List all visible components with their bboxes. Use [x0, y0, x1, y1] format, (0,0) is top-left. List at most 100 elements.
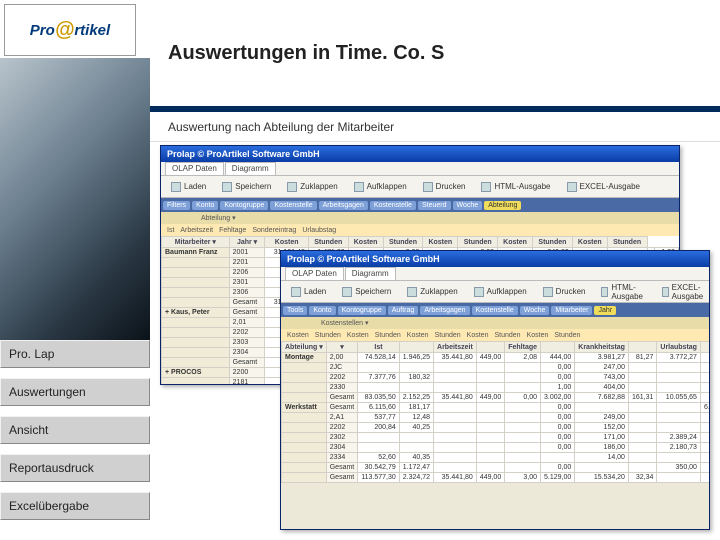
- toolbar-drucken[interactable]: Drucken: [539, 285, 590, 299]
- pivot-chip[interactable]: Auftrag: [388, 306, 419, 315]
- column-header[interactable]: [399, 342, 433, 353]
- toolbar-excel[interactable]: EXCEL-Ausgabe: [563, 180, 644, 194]
- open-icon: [291, 287, 301, 297]
- group-dimension[interactable]: Kostenstellen ▾: [321, 319, 369, 327]
- tab-diagramm[interactable]: Diagramm: [345, 267, 396, 280]
- column-header[interactable]: Kosten: [348, 237, 383, 248]
- table-row[interactable]: 23020,00171,002.389,24207,35: [282, 433, 710, 443]
- pivot-chip[interactable]: Arbeitsgagen: [420, 306, 469, 315]
- pivot-chip[interactable]: Kostenstelle: [370, 201, 416, 210]
- toolbar-zuklappen[interactable]: Zuklappen: [283, 180, 341, 194]
- pivot-chip[interactable]: Filters: [163, 201, 190, 210]
- row-label: + PROCOS: [162, 368, 230, 378]
- cell: 0,00: [541, 443, 575, 453]
- row-year: 2304: [229, 348, 265, 358]
- cell: [476, 443, 504, 453]
- column-header[interactable]: Ist: [358, 342, 400, 353]
- column-header[interactable]: [476, 342, 504, 353]
- table-row[interactable]: 2JC0,00247,00: [282, 363, 710, 373]
- column-header[interactable]: Mitarbeiter ▾: [162, 237, 230, 248]
- toolbar-zuklappen[interactable]: Zuklappen: [403, 285, 461, 299]
- data-table: Abteilung ▾▾Ist Arbeitszeit Fehltage Krankh…: [281, 341, 709, 483]
- table-row[interactable]: Montage2,0074.528,141.946,2535.441,80449…: [282, 353, 710, 363]
- toolbar-drucken[interactable]: Drucken: [419, 180, 470, 194]
- column-header[interactable]: Stunden: [458, 237, 498, 248]
- cell: [628, 433, 656, 443]
- column-header[interactable]: Kosten: [265, 237, 308, 248]
- cell: [358, 383, 400, 393]
- nav-prolap[interactable]: Pro. Lap: [0, 340, 150, 368]
- nav-ansicht[interactable]: Ansicht: [0, 416, 150, 444]
- column-header[interactable]: Kosten: [423, 237, 458, 248]
- column-header[interactable]: Urlaubstag: [657, 342, 701, 353]
- tab-olap[interactable]: OLAP Daten: [165, 162, 224, 175]
- row-label: [162, 378, 230, 385]
- tab-diagramm[interactable]: Diagramm: [225, 162, 276, 175]
- toolbar-html[interactable]: HTML-Ausgabe: [597, 281, 650, 303]
- column-header[interactable]: Stunden: [533, 237, 573, 248]
- column-header[interactable]: Abteilung ▾: [282, 342, 327, 353]
- column-header[interactable]: [628, 342, 656, 353]
- table-row[interactable]: WerkstattGesamt6.115,60181,170,006.550,0…: [282, 403, 710, 413]
- table-row[interactable]: Gesamt30.542,791.172,470,00350,00: [282, 463, 710, 473]
- measure-label: Stunden: [435, 332, 461, 339]
- column-header[interactable]: Kosten: [572, 237, 607, 248]
- pivot-chip[interactable]: Konto: [309, 306, 335, 315]
- pivot-chip[interactable]: Woche: [453, 201, 483, 210]
- nav-auswertungen[interactable]: Auswertungen: [0, 378, 150, 406]
- cell: 449,00: [476, 353, 504, 363]
- column-header[interactable]: Stunden: [383, 237, 423, 248]
- table-row[interactable]: Gesamt83.035,502.152,2535.441,80449,000,…: [282, 393, 710, 403]
- pivot-chip[interactable]: Tools: [283, 306, 307, 315]
- cell: 449,00: [476, 393, 504, 403]
- cell: [476, 413, 504, 423]
- toolbar-html[interactable]: HTML-Ausgabe: [477, 180, 554, 194]
- nav-exceluebergabe[interactable]: Excelübergabe: [0, 492, 150, 520]
- table-row[interactable]: 2202200,8440,250,00152,00: [282, 423, 710, 433]
- toolbar-laden[interactable]: Laden: [287, 285, 330, 299]
- cell: [657, 363, 701, 373]
- column-header[interactable]: Krankheitstag: [575, 342, 629, 353]
- pivot-chip[interactable]: Kontogruppe: [338, 306, 386, 315]
- table-row[interactable]: 2,A1537,7712,480,00249,00: [282, 413, 710, 423]
- grid[interactable]: Abteilung ▾▾Ist Arbeitszeit Fehltage Krankh…: [281, 341, 709, 529]
- column-header[interactable]: Jahr ▾: [229, 237, 265, 248]
- window-title: Prolap © ProArtikel Software GmbH: [161, 146, 679, 162]
- pivot-chip[interactable]: Mitarbeiter: [551, 306, 592, 315]
- pivot-chip[interactable]: Kostenstelle: [270, 201, 316, 210]
- column-header[interactable]: Arbeitszeit: [434, 342, 477, 353]
- table-row[interactable]: Gesamt113.577,302.324,7235.441,80449,003…: [282, 473, 710, 483]
- table-row[interactable]: 23301,00404,00: [282, 383, 710, 393]
- column-header[interactable]: ▾: [326, 342, 358, 353]
- tab-olap[interactable]: OLAP Daten: [285, 267, 344, 280]
- pivot-chip[interactable]: Kontogruppe: [220, 201, 268, 210]
- cell: [399, 363, 433, 373]
- group-dimension[interactable]: Abteilung ▾: [201, 214, 236, 222]
- table-row[interactable]: 22027.377,76180,320,00743,00: [282, 373, 710, 383]
- html-icon: [601, 287, 608, 297]
- pivot-chip[interactable]: Abteilung: [484, 201, 521, 210]
- pivot-chip[interactable]: Kostenstelle: [472, 306, 518, 315]
- column-header[interactable]: Stunden: [607, 237, 647, 248]
- pivot-chip[interactable]: Woche: [520, 306, 550, 315]
- pivot-chip[interactable]: Steuerd: [418, 201, 451, 210]
- toolbar-aufklappen[interactable]: Aufklappen: [470, 285, 531, 299]
- column-header[interactable]: [541, 342, 575, 353]
- toolbar-speichern[interactable]: Speichern: [218, 180, 275, 194]
- toolbar-speichern[interactable]: Speichern: [338, 285, 395, 299]
- pivot-chip[interactable]: Arbeitsgagen: [319, 201, 368, 210]
- column-header[interactable]: [700, 342, 709, 353]
- column-header[interactable]: Kosten: [498, 237, 533, 248]
- toolbar-excel[interactable]: EXCEL-Ausgabe: [658, 281, 710, 303]
- toolbar-laden[interactable]: Laden: [167, 180, 210, 194]
- table-row[interactable]: 23040,00186,002.180,73: [282, 443, 710, 453]
- cell: 12,48: [399, 413, 433, 423]
- toolbar-aufklappen[interactable]: Aufklappen: [350, 180, 411, 194]
- pivot-chip[interactable]: Konto: [192, 201, 218, 210]
- cell: 0,00: [541, 403, 575, 413]
- table-row[interactable]: 233452,6040,3514,00: [282, 453, 710, 463]
- column-header[interactable]: Stunden: [308, 237, 348, 248]
- column-header[interactable]: Fehltage: [505, 342, 541, 353]
- nav-reportausdruck[interactable]: Reportausdruck: [0, 454, 150, 482]
- pivot-chip[interactable]: Jahr: [594, 306, 616, 315]
